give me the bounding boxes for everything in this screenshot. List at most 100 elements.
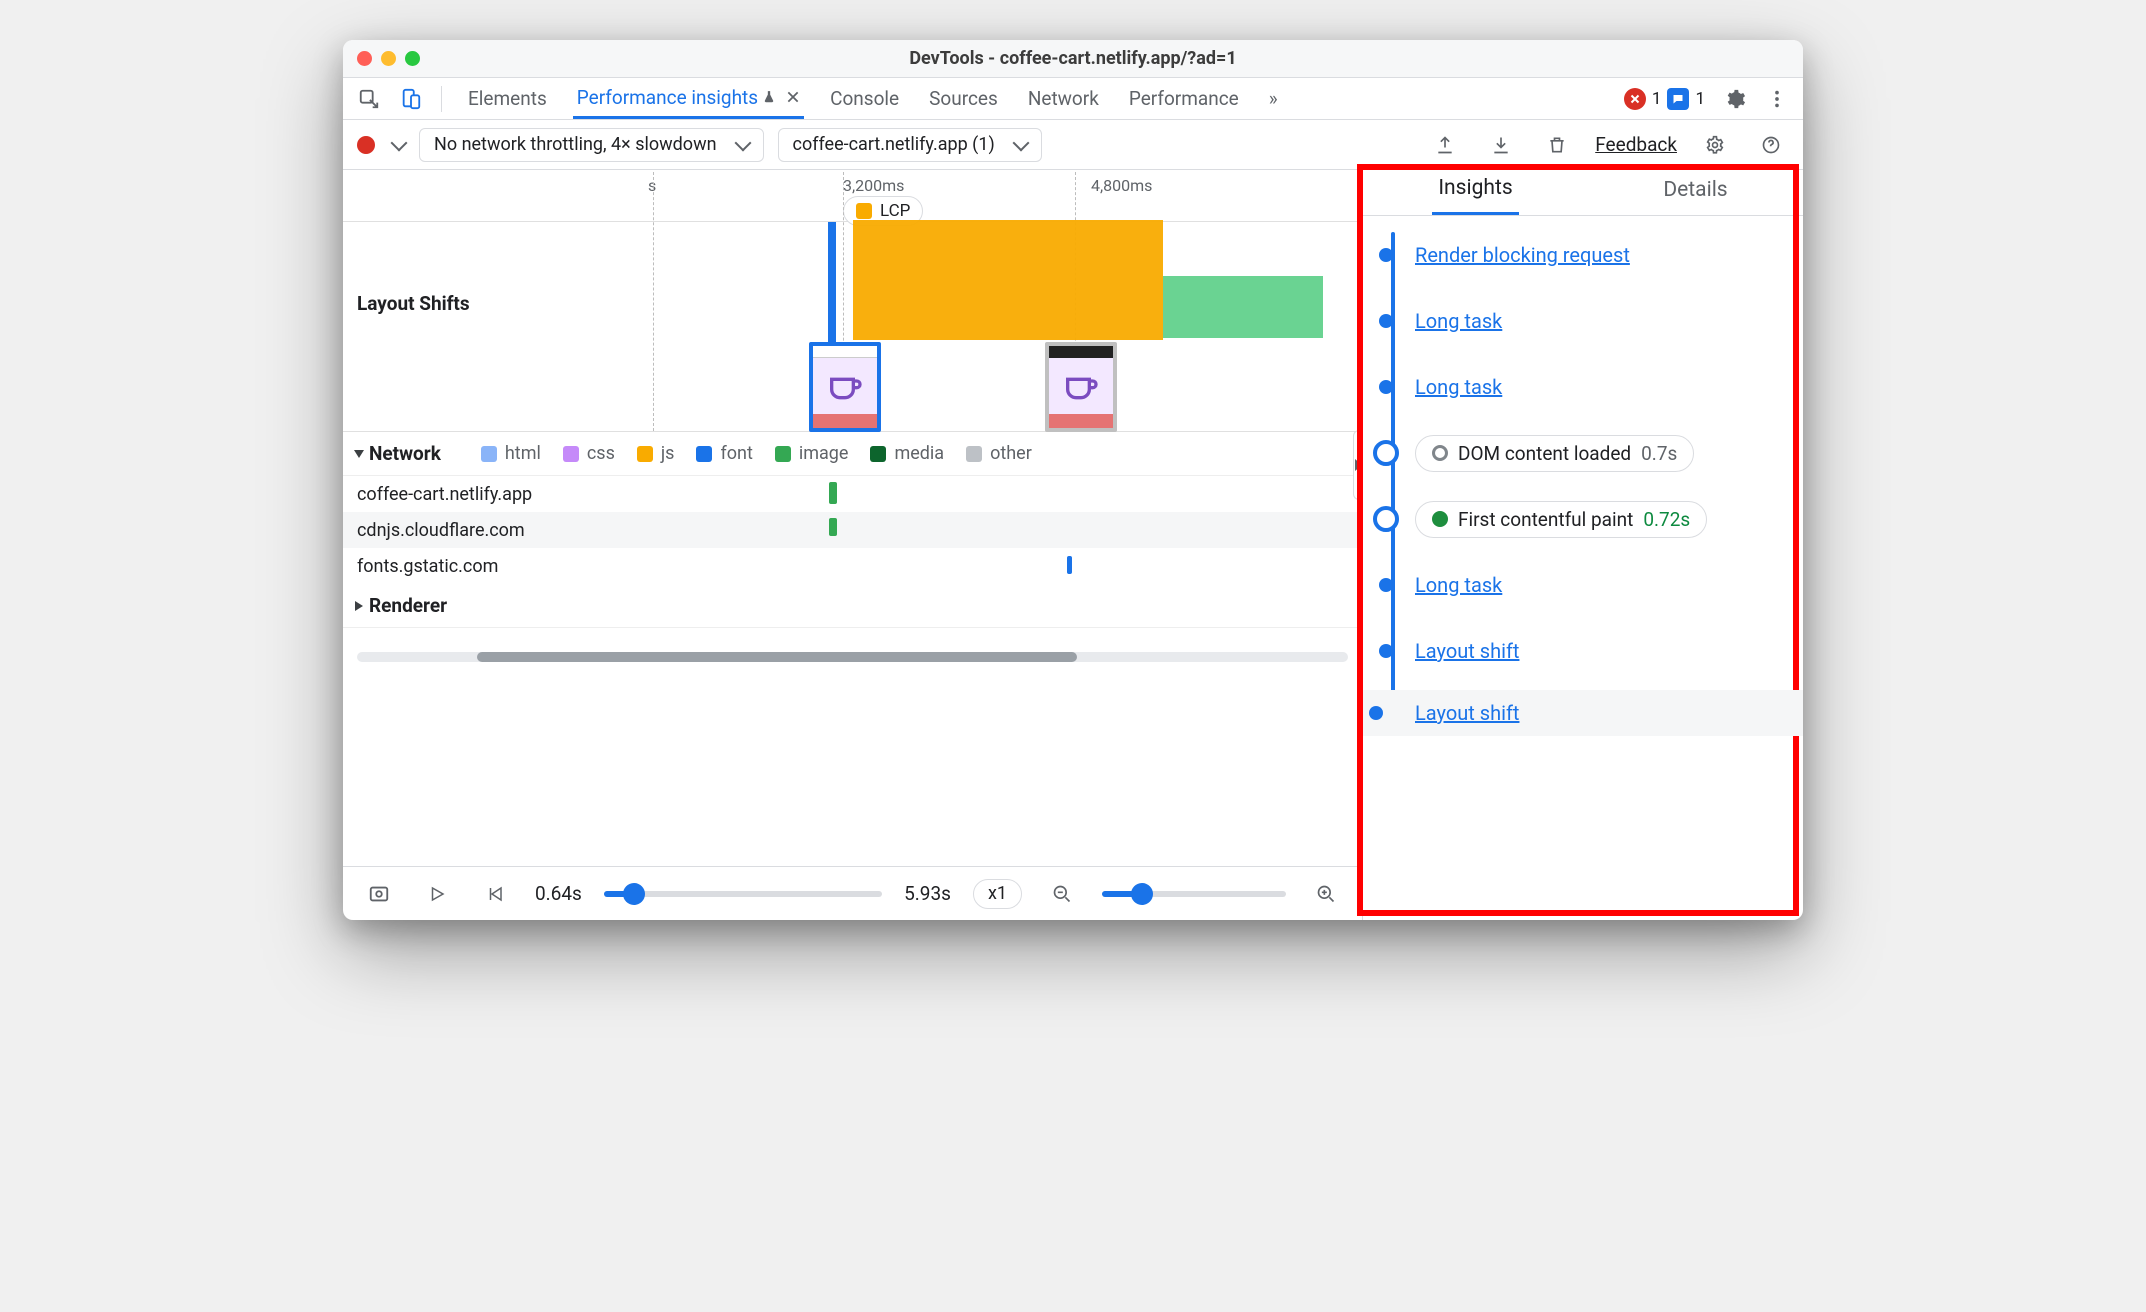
throttling-select[interactable]: No network throttling, 4× slowdown	[419, 128, 764, 162]
insight-link[interactable]: Layout shift	[1415, 639, 1519, 663]
tab-details[interactable]: Details	[1657, 164, 1733, 215]
help-icon[interactable]	[1753, 135, 1789, 155]
slider-knob[interactable]	[1131, 883, 1153, 905]
legend-font: font	[696, 443, 752, 464]
zoom-out-icon[interactable]	[1044, 884, 1080, 904]
frame-thumbnail[interactable]	[1045, 342, 1117, 432]
window-title: DevTools - coffee-cart.netlify.app/?ad=1	[909, 48, 1236, 69]
insight-item[interactable]: Long task	[1415, 364, 1785, 410]
page-select[interactable]: coffee-cart.netlify.app (1)	[778, 128, 1042, 162]
minimize-window-icon[interactable]	[381, 51, 396, 66]
close-window-icon[interactable]	[357, 51, 372, 66]
event-chip[interactable]: DOM content loaded 0.7s	[1415, 435, 1694, 472]
kebab-menu-icon[interactable]	[1759, 78, 1795, 119]
play-icon[interactable]	[419, 885, 455, 903]
tab-performance[interactable]: Performance	[1125, 78, 1243, 119]
playback-slider[interactable]	[604, 891, 882, 897]
insight-link[interactable]: Layout shift	[1415, 701, 1519, 725]
insights-timeline[interactable]: Render blocking request Long task Long t…	[1363, 216, 1803, 920]
swatch-icon	[966, 446, 982, 462]
tab-label: Performance insights	[577, 86, 758, 109]
inspect-element-icon[interactable]	[351, 78, 387, 119]
request-bar[interactable]	[829, 518, 837, 536]
renderer-section-header[interactable]: Renderer	[343, 584, 1362, 628]
cutoff-row	[343, 628, 1362, 648]
error-icon	[1624, 88, 1646, 110]
settings-icon[interactable]	[1717, 78, 1753, 119]
insight-link[interactable]: Long task	[1415, 573, 1502, 597]
zoom-slider[interactable]	[1102, 891, 1286, 897]
toggle-visibility-icon[interactable]	[361, 883, 397, 905]
devtools-window: DevTools - coffee-cart.netlify.app/?ad=1…	[343, 40, 1803, 920]
lcp-label: LCP	[880, 201, 910, 221]
horizontal-scrollbar[interactable]	[343, 648, 1362, 666]
swatch-icon	[696, 446, 712, 462]
messages-badge[interactable]: 1	[1667, 88, 1705, 110]
network-legend: html css js font image media other	[481, 443, 1032, 464]
frames-track[interactable]: Layout Shifts	[343, 222, 1362, 432]
window-controls[interactable]	[357, 51, 420, 66]
panel-settings-icon[interactable]	[1697, 135, 1733, 155]
slider-knob[interactable]	[623, 883, 645, 905]
tab-performance-insights[interactable]: Performance insights	[573, 78, 804, 119]
insight-item[interactable]: Render blocking request	[1415, 232, 1785, 278]
timeline-dot-icon	[1379, 578, 1393, 592]
event-chip[interactable]: First contentful paint 0.72s	[1415, 501, 1707, 538]
close-tab-icon[interactable]	[786, 90, 800, 104]
scrollbar-thumb[interactable]	[477, 652, 1077, 662]
insight-item[interactable]: Long task	[1415, 298, 1785, 344]
network-hosts: coffee-cart.netlify.app cdnjs.cloudflare…	[343, 476, 1362, 584]
export-icon[interactable]	[1427, 135, 1463, 155]
tab-sources[interactable]: Sources	[925, 78, 1002, 119]
timeline-pane: s 3,200ms 4,800ms LCP Layout Shifts	[343, 170, 1363, 920]
insight-item[interactable]: Long task	[1415, 562, 1785, 608]
tab-network[interactable]: Network	[1024, 78, 1103, 119]
tab-console[interactable]: Console	[826, 78, 903, 119]
paint-block[interactable]	[1163, 276, 1323, 338]
collapse-pane-handle[interactable]	[1353, 430, 1363, 500]
chevron-down-icon	[1012, 134, 1029, 151]
zoom-window-icon[interactable]	[405, 51, 420, 66]
errors-badge[interactable]: 1	[1624, 88, 1662, 110]
timeline-dot-icon	[1379, 248, 1393, 262]
rewind-icon[interactable]	[477, 885, 513, 903]
zoom-level[interactable]: x1	[973, 879, 1022, 909]
status-badges[interactable]: 1 1	[1624, 78, 1705, 119]
network-waterfall[interactable]	[643, 476, 1362, 584]
timeline-dot-icon	[1379, 380, 1393, 394]
insight-link[interactable]: Render blocking request	[1415, 243, 1630, 267]
insight-event[interactable]: First contentful paint 0.72s	[1415, 496, 1785, 542]
request-bar[interactable]	[829, 482, 837, 504]
request-bar[interactable]	[1067, 556, 1072, 574]
more-tabs-button[interactable]: »	[1265, 78, 1282, 119]
zoom-in-icon[interactable]	[1308, 884, 1344, 904]
insight-link[interactable]: Long task	[1415, 309, 1502, 333]
event-time: 0.7s	[1641, 442, 1677, 465]
lcp-swatch-icon	[856, 203, 872, 219]
insight-link[interactable]: Long task	[1415, 375, 1502, 399]
feedback-link[interactable]: Feedback	[1595, 133, 1677, 156]
chevron-down-icon	[391, 134, 408, 151]
time-ruler[interactable]: s 3,200ms 4,800ms LCP	[343, 174, 1362, 222]
delete-icon[interactable]	[1539, 135, 1575, 155]
network-section-header[interactable]: Network html css js font image media oth…	[343, 432, 1362, 476]
device-toolbar-icon[interactable]	[393, 78, 429, 119]
lcp-block[interactable]	[853, 220, 1163, 340]
insights-tabs: Insights Details	[1363, 164, 1803, 216]
insight-item[interactable]: Layout shift	[1363, 690, 1803, 736]
total-time: 5.93s	[904, 882, 951, 905]
swatch-icon	[563, 446, 579, 462]
tab-elements[interactable]: Elements	[464, 78, 551, 119]
legend-other: other	[966, 443, 1032, 464]
swatch-icon	[637, 446, 653, 462]
status-dot-icon	[1432, 511, 1448, 527]
timeline-dot-icon	[1379, 314, 1393, 328]
tab-insights[interactable]: Insights	[1432, 164, 1518, 215]
message-icon	[1667, 88, 1689, 110]
renderer-heading: Renderer	[369, 594, 447, 617]
frame-thumbnail-selected[interactable]	[809, 342, 881, 432]
insight-event[interactable]: DOM content loaded 0.7s	[1415, 430, 1785, 476]
record-button[interactable]	[357, 136, 405, 154]
import-icon[interactable]	[1483, 135, 1519, 155]
insight-item[interactable]: Layout shift	[1415, 628, 1785, 674]
